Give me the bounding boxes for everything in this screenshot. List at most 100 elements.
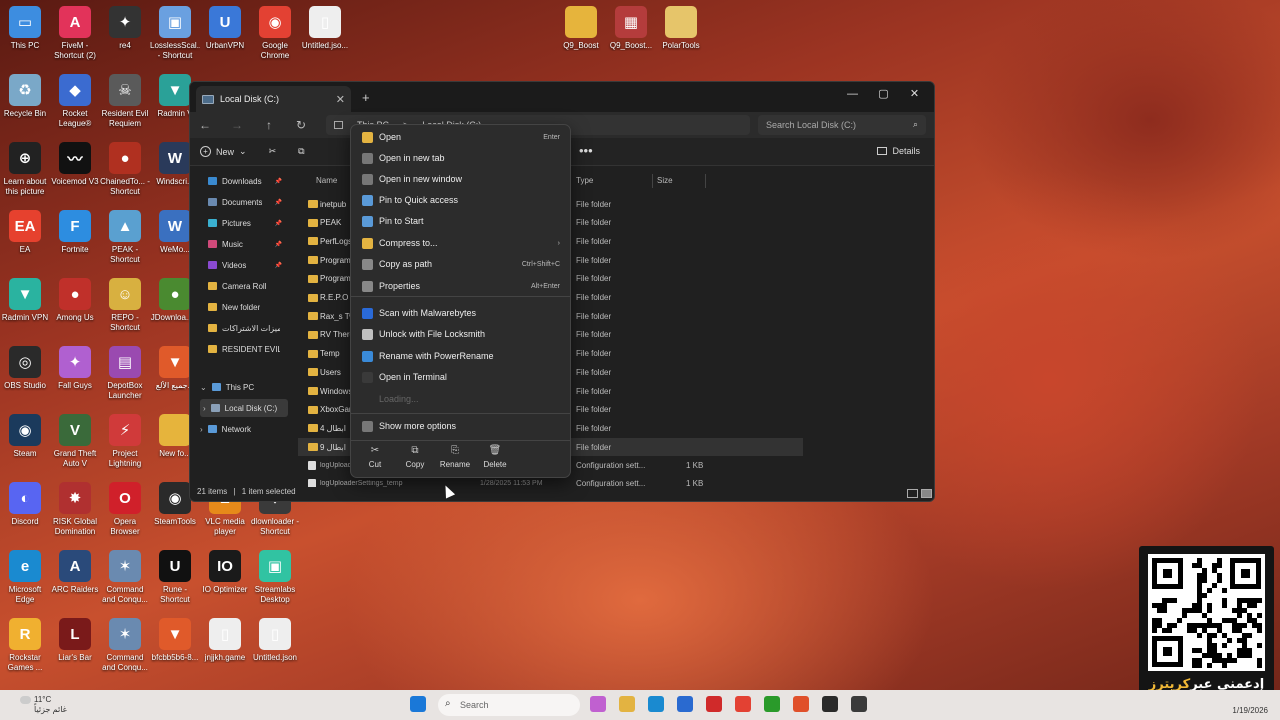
sidebar-item[interactable]: ميزات الاشتراكات bbox=[208, 319, 288, 337]
menu-item[interactable]: Open Enter bbox=[355, 127, 568, 147]
column-type[interactable]: Type bbox=[576, 176, 593, 185]
menu-item-show-more-options[interactable]: Show more options bbox=[355, 416, 568, 436]
desktop-icon[interactable]: ▣ LosslessScal... - Shortcut bbox=[150, 6, 200, 61]
context-action-delete[interactable]: 🗑 Delete bbox=[475, 445, 515, 475]
context-action-rename[interactable]: ⎘ Rename bbox=[435, 445, 475, 475]
system-tray[interactable]: 1/19/2026 bbox=[1232, 694, 1268, 716]
details-button[interactable]: Details bbox=[877, 146, 920, 156]
desktop-icon[interactable]: ✶ Command and Conqu... bbox=[100, 618, 150, 673]
details-view-icon[interactable] bbox=[907, 489, 918, 498]
desktop-icon[interactable]: ◉ Steam bbox=[0, 414, 50, 459]
maximize-button[interactable]: ▢ bbox=[868, 84, 899, 104]
start-button[interactable] bbox=[410, 696, 426, 712]
desktop-icon[interactable]: ✶ Command and Conqu... bbox=[100, 550, 150, 605]
desktop-icon[interactable]: ◆ Rocket League® bbox=[50, 74, 100, 129]
column-name[interactable]: Name bbox=[316, 176, 337, 185]
minimize-button[interactable]: — bbox=[837, 84, 868, 104]
xbox-icon[interactable] bbox=[764, 696, 780, 712]
up-arrow-icon[interactable]: ↑ bbox=[262, 118, 276, 132]
desktop-icon[interactable]: ● ChainedTo... - Shortcut bbox=[100, 142, 150, 197]
desktop-icon[interactable]: PolarTools bbox=[656, 6, 706, 51]
menu-item[interactable]: Open in new window bbox=[355, 169, 568, 189]
desktop-icon[interactable]: ✦ re4 bbox=[100, 6, 150, 51]
desktop-icon[interactable]: ▭ This PC bbox=[0, 6, 50, 51]
desktop-icon[interactable]: ☠ Resident Evil Requiem bbox=[100, 74, 150, 129]
copy-icon[interactable]: ⧉ bbox=[298, 146, 304, 157]
weather-widget[interactable]: 11°C غائم جزئياً bbox=[20, 695, 67, 715]
desktop-icon[interactable]: ▼ bfcbb5b6-8... bbox=[150, 618, 200, 663]
back-arrow-icon[interactable]: ← bbox=[198, 118, 212, 132]
desktop-icon[interactable]: L Liar's Bar bbox=[50, 618, 100, 663]
sidebar-item[interactable]: RESIDENT EVIL r bbox=[208, 340, 288, 358]
menu-item[interactable]: Pin to Quick access bbox=[355, 190, 568, 210]
desktop-icon[interactable]: EA EA bbox=[0, 210, 50, 255]
desktop-icon[interactable]: ▯ Untitled.jso... bbox=[300, 6, 350, 51]
desktop-icon[interactable]: ⊕ Learn about this picture bbox=[0, 142, 50, 197]
taskbar-search[interactable]: ⌕ Search bbox=[438, 694, 580, 716]
desktop-icon[interactable]: IO IO Optimizer bbox=[200, 550, 250, 595]
desktop-icon[interactable]: ▲ PEAK - Shortcut bbox=[100, 210, 150, 265]
desktop-icon[interactable]: A ARC Raiders bbox=[50, 550, 100, 595]
new-tab-button[interactable]: + bbox=[362, 90, 370, 105]
desktop-icon[interactable]: ● Among Us bbox=[50, 278, 100, 323]
chevron-right-icon[interactable]: › bbox=[200, 425, 203, 434]
sidebar-item[interactable]: Videos 📌 bbox=[208, 256, 288, 274]
desktop-icon[interactable]: ✸ RISK Global Domination bbox=[50, 482, 100, 537]
tiles-view-icon[interactable] bbox=[921, 489, 932, 498]
cut-icon[interactable]: ✂ bbox=[269, 146, 277, 157]
tree-local-disk[interactable]: › Local Disk (C:) bbox=[200, 399, 288, 417]
menu-item[interactable]: Unlock with File Locksmith bbox=[355, 324, 568, 344]
edge-icon[interactable] bbox=[648, 696, 664, 712]
tree-this-pc[interactable]: ⌄ This PC bbox=[200, 378, 288, 396]
sidebar-item[interactable]: Music 📌 bbox=[208, 235, 288, 253]
brave-icon[interactable] bbox=[793, 696, 809, 712]
desktop-icon[interactable]: Q9_Boost bbox=[556, 6, 606, 51]
menu-item[interactable]: Open in new tab bbox=[355, 148, 568, 168]
desktop-icon[interactable]: ☺ REPO - Shortcut bbox=[100, 278, 150, 333]
close-tab-icon[interactable]: ✕ bbox=[336, 93, 345, 106]
sidebar-item[interactable]: Camera Roll bbox=[208, 277, 288, 295]
desktop-icon[interactable]: ◎ OBS Studio bbox=[0, 346, 50, 391]
desktop-icon[interactable]: ▦ Q9_Boost... bbox=[606, 6, 656, 51]
new-button[interactable]: + New ⌄ bbox=[200, 146, 247, 157]
desktop-icon[interactable]: U UrbanVPN bbox=[200, 6, 250, 51]
desktop-icon[interactable]: ▼ Radmin VPN bbox=[0, 278, 50, 323]
chrome-icon[interactable] bbox=[735, 696, 751, 712]
desktop-icon[interactable]: ▯ jnjjkh.game bbox=[200, 618, 250, 663]
sidebar-item[interactable]: Documents 📌 bbox=[208, 193, 288, 211]
menu-item[interactable]: Copy as path Ctrl+Shift+C bbox=[355, 254, 568, 274]
menu-item[interactable]: Scan with Malwarebytes bbox=[355, 303, 568, 323]
desktop-icon[interactable]: ▯ Untitled.json bbox=[250, 618, 300, 663]
desktop-icon[interactable]: U Rune - Shortcut bbox=[150, 550, 200, 605]
tab-local-disk[interactable]: Local Disk (C:) ✕ bbox=[196, 86, 351, 112]
desktop-icon[interactable]: O Opera Browser bbox=[100, 482, 150, 537]
desktop-icon[interactable]: F Fortnite bbox=[50, 210, 100, 255]
sidebar-item[interactable]: Downloads 📌 bbox=[208, 172, 288, 190]
copilot-icon[interactable] bbox=[590, 696, 606, 712]
more-options-button[interactable]: ••• bbox=[579, 143, 593, 158]
chevron-down-icon[interactable]: ⌄ bbox=[200, 383, 207, 392]
desktop-icon[interactable]: ◉ Google Chrome bbox=[250, 6, 300, 61]
terminal-icon[interactable] bbox=[822, 696, 838, 712]
desktop-icon[interactable]: ⚡ Project Lightning bbox=[100, 414, 150, 469]
desktop-icon[interactable]: A FiveM - Shortcut (2) bbox=[50, 6, 100, 61]
app-icon[interactable] bbox=[706, 696, 722, 712]
forward-arrow-icon[interactable]: → bbox=[230, 118, 244, 132]
menu-item[interactable]: Rename with PowerRename bbox=[355, 346, 568, 366]
context-action-cut[interactable]: ✂ Cut bbox=[355, 445, 395, 475]
column-divider[interactable] bbox=[652, 174, 653, 188]
menu-item[interactable]: Pin to Start bbox=[355, 211, 568, 231]
app2-icon[interactable] bbox=[851, 696, 867, 712]
menu-item[interactable]: Compress to... › bbox=[355, 233, 568, 253]
desktop-icon[interactable]: ▤ DepotBox Launcher bbox=[100, 346, 150, 401]
chevron-right-icon[interactable]: › bbox=[200, 404, 206, 413]
desktop-icon[interactable]: ♻ Recycle Bin bbox=[0, 74, 50, 119]
menu-item[interactable]: Properties Alt+Enter bbox=[355, 276, 568, 296]
desktop-icon[interactable]: e Microsoft Edge bbox=[0, 550, 50, 605]
desktop-icon[interactable]: 〰 Voicemod V3 bbox=[50, 142, 100, 187]
sidebar-item[interactable]: Pictures 📌 bbox=[208, 214, 288, 232]
refresh-icon[interactable]: ↻ bbox=[294, 118, 308, 132]
context-action-copy[interactable]: ⧉ Copy bbox=[395, 445, 435, 475]
desktop-icon[interactable]: V Grand Theft Auto V bbox=[50, 414, 100, 469]
desktop-icon[interactable]: R Rockstar Games ... bbox=[0, 618, 50, 673]
